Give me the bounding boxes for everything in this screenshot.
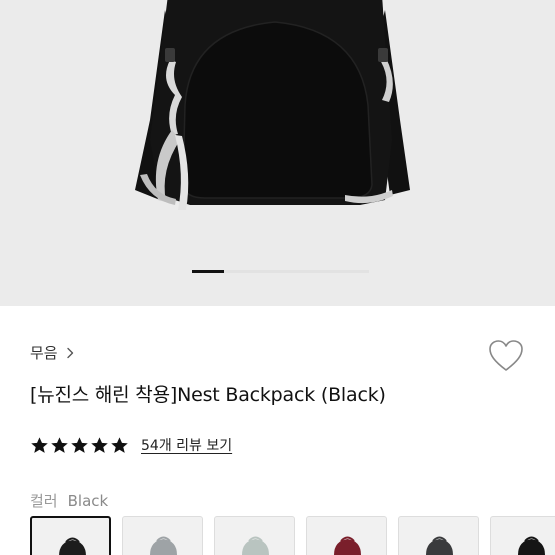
swatch-backpack-thumbnail [518, 536, 545, 555]
color-swatch[interactable] [214, 516, 295, 555]
product-image-gallery[interactable] [0, 0, 555, 306]
brand-link[interactable]: 무음 [30, 342, 76, 363]
gallery-progress-indicator [192, 270, 369, 273]
color-swatch-list [30, 516, 555, 555]
color-swatch[interactable] [398, 516, 479, 555]
gallery-progress-fill [192, 270, 224, 273]
rating-summary: 54개 리뷰 보기 [30, 435, 232, 455]
swatch-backpack-thumbnail [242, 536, 269, 555]
brand-name: 무음 [30, 344, 58, 362]
color-option-row: 컬러 Black [30, 490, 108, 511]
star-icon [51, 436, 68, 453]
selected-color-value: Black [67, 492, 109, 510]
swatch-backpack-thumbnail [150, 536, 177, 555]
star-icon [71, 436, 88, 453]
wishlist-heart-icon[interactable] [488, 339, 524, 373]
review-link[interactable]: 54개 리뷰 보기 [141, 435, 232, 455]
color-swatch[interactable] [306, 516, 387, 555]
star-icon [111, 436, 128, 453]
star-icon [91, 436, 108, 453]
color-swatch[interactable] [122, 516, 203, 555]
color-label: 컬러 [30, 492, 58, 510]
backpack-image [135, 0, 410, 210]
swatch-backpack-thumbnail [334, 536, 361, 555]
color-swatch[interactable] [30, 516, 111, 555]
product-title: [뉴진스 해린 착용]Nest Backpack (Black) [30, 384, 386, 406]
rating-stars [30, 436, 129, 455]
chevron-right-icon [66, 347, 73, 358]
star-icon [31, 436, 48, 453]
swatch-backpack-thumbnail [59, 537, 86, 555]
color-swatch[interactable] [490, 516, 555, 555]
swatch-backpack-thumbnail [426, 536, 453, 555]
product-info-panel: 무음 [뉴진스 해린 착용]Nest Backpack (Black) 54개 … [0, 306, 555, 555]
